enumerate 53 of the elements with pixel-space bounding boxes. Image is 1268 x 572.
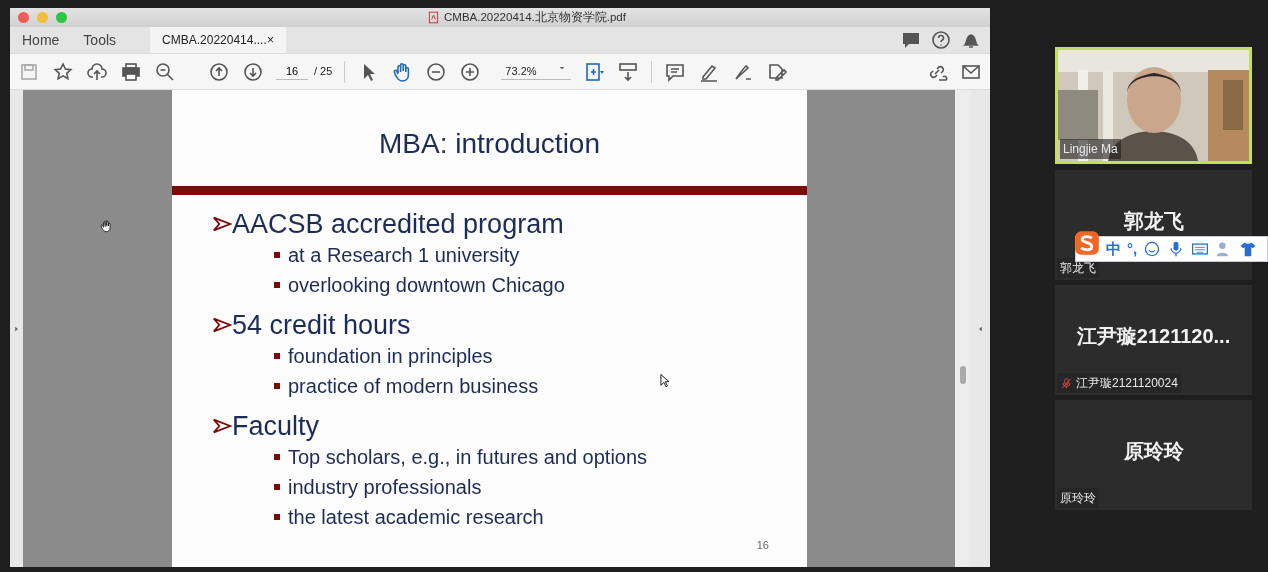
slide-title: MBA: introduction	[378, 127, 601, 161]
sub-bullet-text: Top scholars, e.g., in futures and options	[288, 445, 648, 470]
page-number-field[interactable]: 16	[276, 62, 308, 81]
square-bullet-icon	[274, 484, 280, 490]
scrollbar-thumb[interactable]	[959, 366, 966, 384]
zoom-search-icon[interactable]	[154, 60, 176, 83]
bullet-text: Faculty	[232, 410, 320, 442]
participant-label: 郭龙飞	[1060, 260, 1096, 277]
participant-label: 江尹璇2121120024	[1076, 375, 1178, 392]
page-count: / 25	[314, 64, 333, 80]
participant-name: 郭龙飞	[1122, 209, 1185, 234]
zoom-value: 73.2%	[505, 63, 537, 79]
participant-label: 原玲玲	[1060, 490, 1096, 507]
star-icon[interactable]	[52, 60, 74, 83]
sub-bullet-text: practice of modern business	[288, 374, 539, 399]
slide-page-number: 16	[756, 537, 769, 553]
pdf-file-icon	[427, 11, 440, 24]
next-page-icon[interactable]	[242, 60, 264, 83]
participant-name: 原玲玲	[1122, 439, 1185, 464]
sub-bullet-text: industry professionals	[288, 475, 482, 500]
arrow-bullet-icon	[212, 416, 232, 436]
bullet-text: 54 credit hours	[232, 309, 411, 341]
square-bullet-icon	[274, 514, 280, 520]
square-bullet-icon	[274, 454, 280, 460]
tab[interactable]: Home	[10, 27, 72, 53]
participant-name: 江尹璇2121120...	[1075, 324, 1232, 349]
tab-label: CMBA.20220414....	[162, 32, 267, 49]
help-icon[interactable]	[930, 29, 952, 51]
sub-bullet-text: overlooking downtown Chicago	[288, 273, 565, 298]
sub-bullet-text: foundation in principles	[288, 344, 493, 369]
square-bullet-icon	[274, 353, 280, 359]
arrow-bullet-icon	[212, 214, 232, 234]
close-icon[interactable]: ×	[267, 27, 275, 53]
cloud-upload-icon[interactable]	[86, 60, 108, 83]
sub-bullet-text: at a Research 1 university	[288, 243, 520, 268]
bullet-text: AACSB accredited program	[232, 208, 564, 240]
scan-icon[interactable]	[617, 60, 640, 83]
hand-cursor-icon	[99, 219, 113, 233]
tab[interactable]: Tools	[71, 27, 129, 53]
print-icon[interactable]	[120, 60, 142, 83]
zoom-field[interactable]: 73.2%	[501, 62, 572, 81]
page-tools-icon[interactable]	[583, 60, 606, 83]
square-bullet-icon	[274, 383, 280, 389]
tab[interactable]: CMBA.20220414....×	[150, 27, 287, 53]
arrow-bullet-icon	[212, 315, 232, 335]
previous-page-icon[interactable]	[208, 60, 230, 83]
zoom-out-icon[interactable]	[425, 60, 448, 83]
window-title: CMBA.20220414.北京物资学院.pdf	[444, 9, 626, 25]
square-bullet-icon	[274, 282, 280, 288]
square-bullet-icon	[274, 252, 280, 258]
sub-bullet-text: the latest academic research	[288, 505, 544, 530]
participant-label: Lingjie Ma	[1063, 141, 1118, 158]
zoom-in-icon[interactable]	[459, 60, 482, 83]
